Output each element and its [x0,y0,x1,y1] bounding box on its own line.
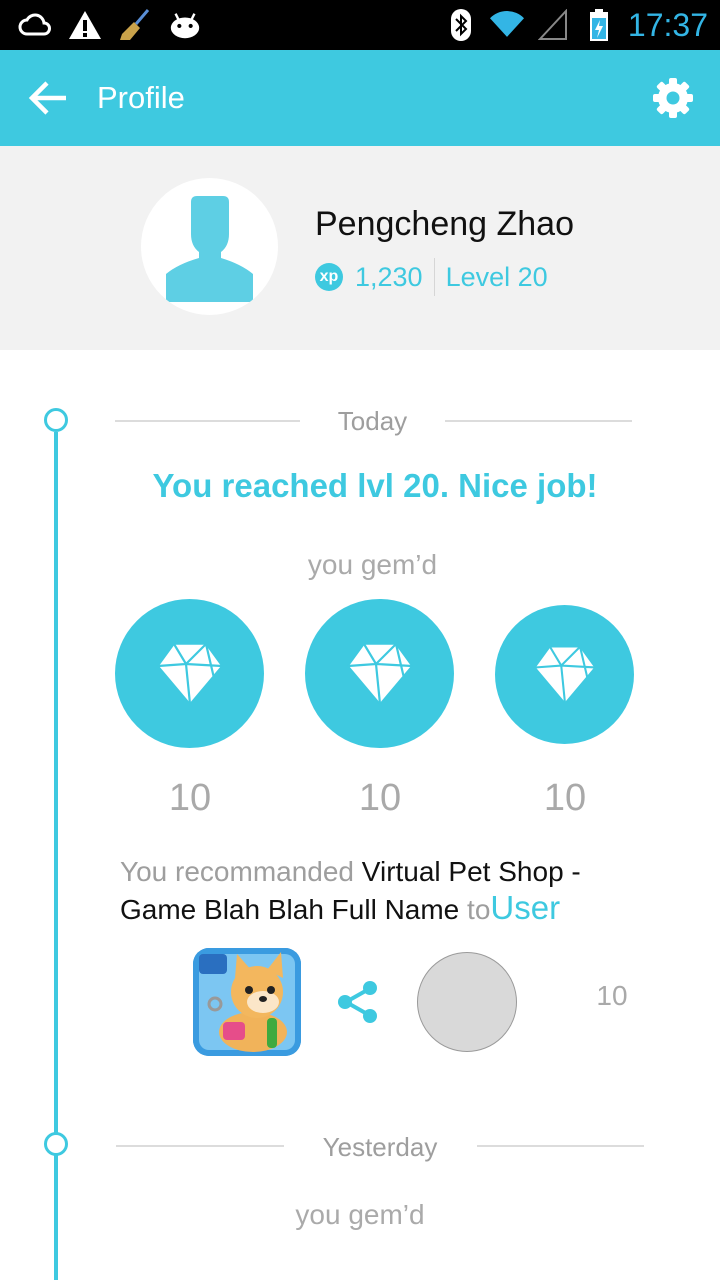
clock: 17:37 [627,7,708,43]
separator-line [445,420,632,422]
recommended-user-link[interactable]: User [490,889,560,926]
settings-button[interactable] [652,77,694,119]
gemd-label: you gem’d [295,1199,425,1230]
stats-divider [433,258,435,296]
cloud-icon [18,8,52,42]
gem-item[interactable] [495,605,634,744]
recommend-to: to [467,894,491,925]
share-icon [338,981,377,1023]
level-value: Level 20 [445,261,548,292]
wifi-icon [489,8,524,42]
back-button[interactable] [26,76,70,120]
section-label-yesterday: Yesterday [322,1132,438,1162]
recipient-avatar[interactable] [417,952,517,1052]
user-name: Pengcheng Zhao [315,205,574,243]
warning-icon [68,8,102,42]
diamond-icon [346,642,413,705]
separator-line [115,420,300,422]
page-title: Profile [97,80,185,115]
signal-icon [536,8,570,42]
profile-header: Pengcheng Zhao xp 1,230 Level 20 [0,146,720,350]
person-silhouette-icon [166,196,253,302]
gem-count: 10 [358,777,402,819]
timeline-dot-today [44,408,68,432]
recommend-prefix: You recommanded [120,856,355,887]
status-bar: 17:37 [0,0,720,50]
section-label-today: Today [337,406,408,436]
gem-count: 10 [168,777,212,819]
arrow-back-icon [28,81,66,115]
bluetooth-icon [444,8,478,42]
gem-item[interactable] [115,599,264,748]
gem-count: 10 [543,777,587,819]
avatar[interactable] [141,178,278,315]
timeline-dot-yesterday [44,1132,68,1156]
gem-item[interactable] [305,599,454,748]
virtual-pet-shop-app-icon [193,948,301,1056]
app-bar: Profile [0,50,720,146]
user-stats: xp 1,230 Level 20 [315,258,548,296]
gemd-label: you gem’d [307,549,438,580]
recommend-count: 10 [596,980,628,1011]
separator-line [116,1145,284,1147]
broom-icon [118,8,152,42]
xp-value: 1,230 [355,261,423,292]
app-icon[interactable] [193,948,301,1056]
diamond-icon [533,645,596,704]
share-button[interactable] [336,980,380,1024]
separator-line [477,1145,644,1147]
android-icon [168,8,202,42]
gear-icon [653,78,693,118]
battery-charging-icon [582,8,616,42]
xp-icon: xp [315,263,343,291]
recommendation-text: You recommanded Virtual Pet Shop - Game … [120,854,640,928]
achievement-message: You reached lvl 20. Nice job! [152,467,598,504]
diamond-icon [156,642,223,705]
